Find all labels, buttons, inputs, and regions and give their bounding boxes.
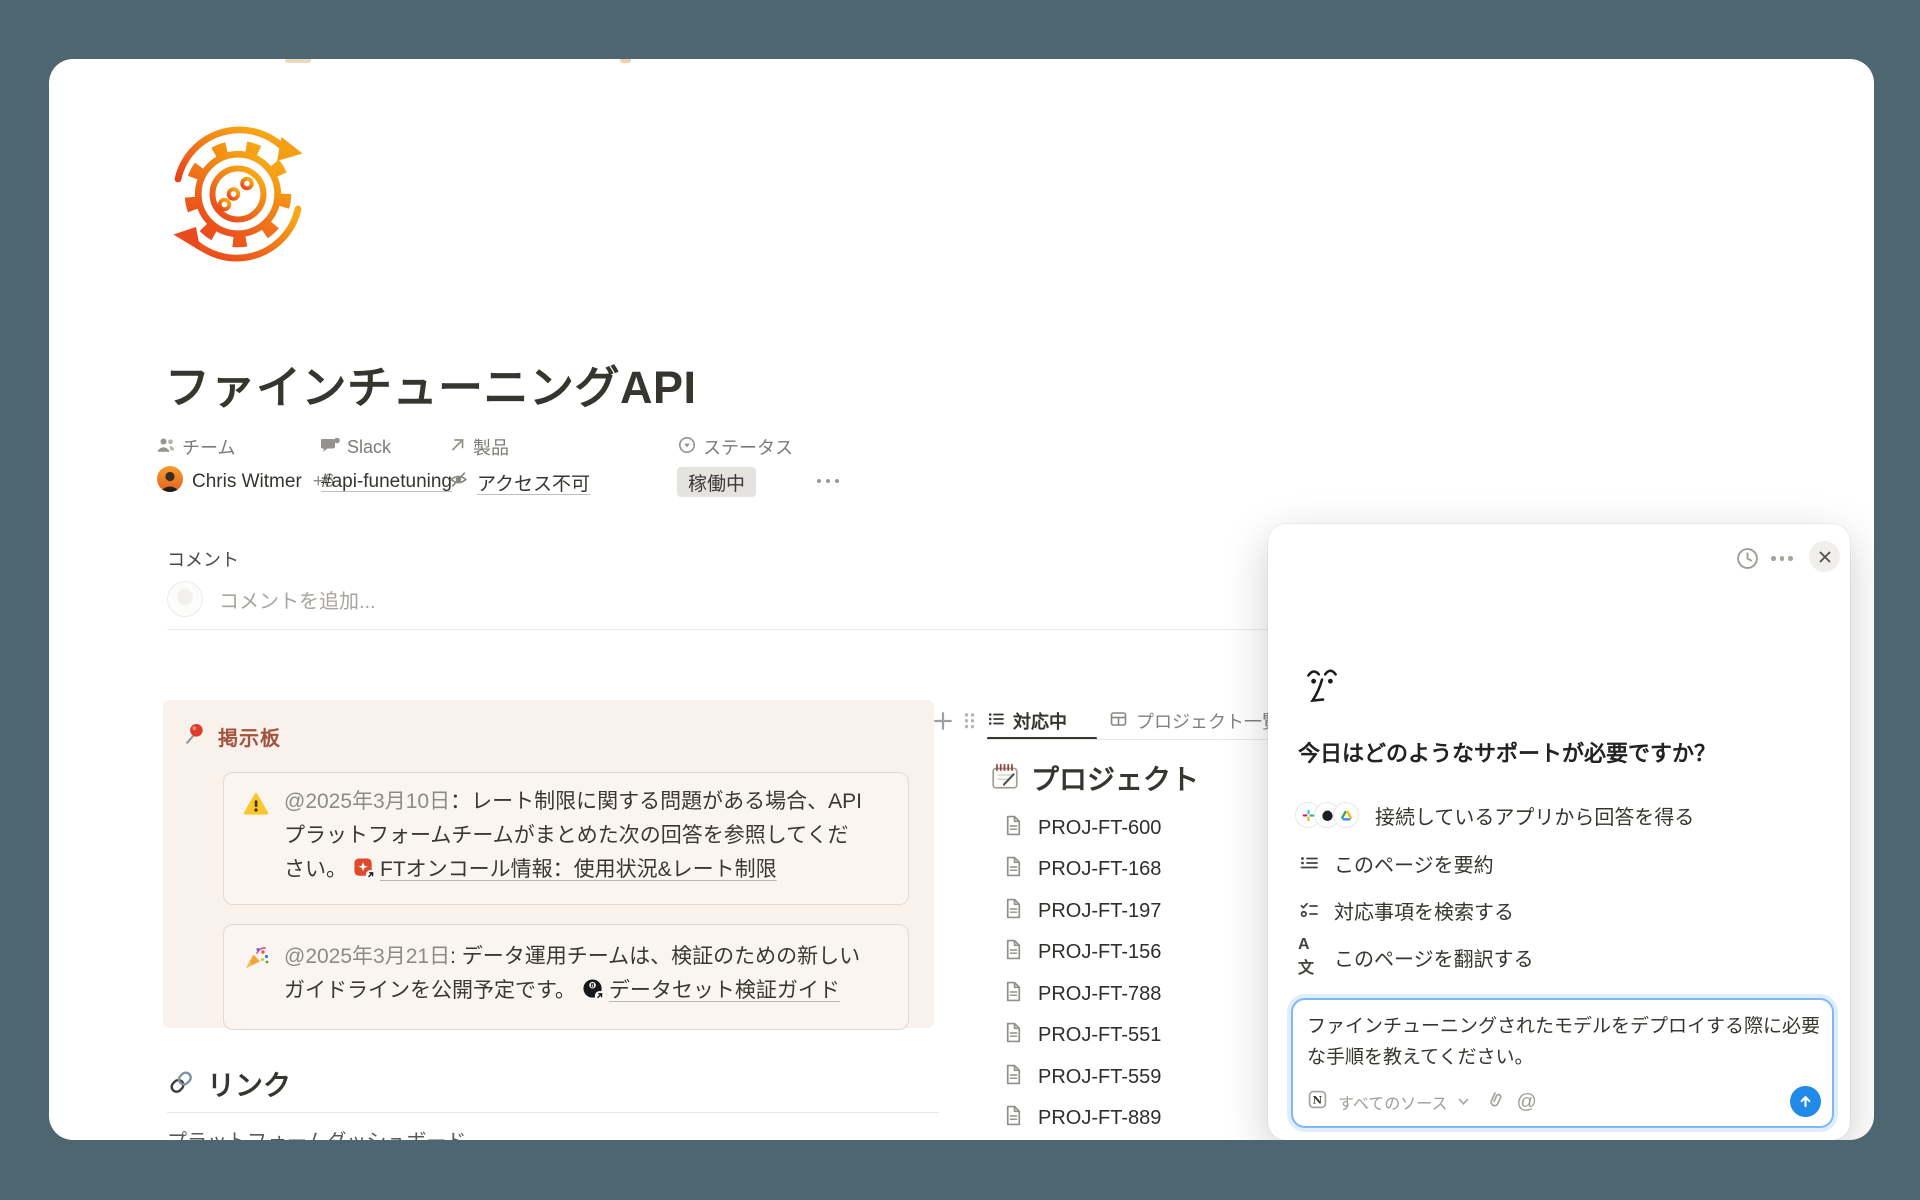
property-slack-value[interactable]: #api-funetuning (321, 467, 452, 497)
project-row[interactable]: PROJ-FT-559 (1004, 1064, 1161, 1090)
scrolled-content-fragment (285, 59, 311, 63)
eye-off-icon (449, 470, 468, 495)
property-slack-label[interactable]: Slack (321, 435, 391, 459)
property-product-value[interactable]: アクセス不可 (449, 467, 590, 497)
property-team-label[interactable]: チーム (157, 435, 235, 459)
add-comment-placeholder: コメントを追加... (219, 585, 376, 614)
link-chain-icon (167, 1068, 195, 1101)
status-badge: 稼働中 (677, 467, 756, 497)
arrow-up-right-icon (449, 436, 466, 458)
page-doc-icon (1004, 1022, 1023, 1048)
translate-icon: A文 (1298, 936, 1320, 978)
party-popper-icon (243, 945, 269, 976)
ai-assistant-panel: 今日はどのようなサポートが必要ですか？ 接続しているアプリから回答を得る このペ… (1268, 524, 1850, 1140)
pushpin-icon (183, 722, 207, 751)
close-panel-button[interactable] (1809, 541, 1840, 572)
page-gear-icon[interactable] (163, 119, 313, 269)
projects-title: プロジェクト (1031, 758, 1199, 798)
property-team-value[interactable]: Chris Witmer +6 (157, 467, 334, 497)
page-doc-icon (1004, 856, 1023, 882)
google-drive-app-icon (1333, 802, 1359, 828)
project-row[interactable]: PROJ-FT-788 (1004, 981, 1161, 1007)
project-row[interactable]: PROJ-FT-197 (1004, 898, 1161, 924)
people-icon (157, 436, 175, 458)
send-button[interactable] (1790, 1086, 1821, 1117)
project-row[interactable]: PROJ-FT-168 (1004, 856, 1161, 882)
property-product-label[interactable]: 製品 (449, 435, 509, 459)
avatar (157, 466, 183, 498)
task-search-icon (1298, 901, 1320, 919)
property-status-value[interactable]: 稼働中 (677, 467, 756, 497)
date-mention[interactable]: @2025年3月21日 (284, 945, 450, 968)
callout-rate-limit[interactable]: @2025年3月10日：レート制限に関する問題がある場合、APIプラットフォーム… (223, 772, 909, 905)
page-doc-icon (1004, 815, 1023, 841)
callout-link[interactable]: データセット検証ガイド (609, 979, 840, 1002)
links-divider (167, 1112, 939, 1113)
slack-link-app-icon (353, 857, 376, 891)
page-doc-icon (1004, 898, 1023, 924)
status-circle-icon (678, 436, 696, 459)
add-comment-row[interactable]: コメントを追加... (167, 581, 376, 617)
date-mention[interactable]: @2025年3月10日 (284, 790, 450, 813)
callout-link[interactable]: FTオンコール情報：使用状況&レート制限 (380, 858, 777, 881)
notion-source-icon: N (1308, 1090, 1327, 1114)
project-row[interactable]: PROJ-FT-889 (1004, 1105, 1161, 1131)
page-doc-icon (1004, 1064, 1023, 1090)
page-doc-icon (1004, 981, 1023, 1007)
suggestion-summarize-page[interactable]: このページを要約 (1298, 846, 1494, 880)
suggestion-connected-apps[interactable]: 接続しているアプリから回答を得る (1295, 798, 1694, 832)
callout-dataset-guide[interactable]: @2025年3月21日: データ運用チームは、検証のための新しいガイドラインを公… (223, 924, 909, 1030)
drag-handle-icon[interactable] (962, 711, 977, 736)
page-doc-icon (1004, 1105, 1023, 1131)
comments-heading: コメント (167, 546, 239, 572)
project-row[interactable]: PROJ-FT-551 (1004, 1022, 1161, 1048)
pinboard-header[interactable]: 掲示板 (183, 722, 281, 751)
callout-text: @2025年3月10日：レート制限に関する問題がある場合、APIプラットフォーム… (284, 785, 868, 891)
page-doc-icon (1004, 939, 1023, 965)
suggestion-translate-page[interactable]: A文 このページを翻訳する (1298, 940, 1534, 974)
links-heading: リンク (167, 1064, 291, 1104)
table-view-icon (1109, 710, 1128, 733)
ai-face-logo (1304, 666, 1340, 715)
chat-bubbles-icon (321, 436, 340, 458)
svg-text:N: N (1313, 1095, 1323, 1107)
warning-icon (243, 792, 269, 821)
tab-active-in-progress[interactable]: 対応中 (987, 704, 1067, 738)
svg-text:8: 8 (590, 983, 594, 989)
empty-avatar (167, 581, 203, 617)
summarize-icon (1298, 854, 1320, 872)
connected-apps-icons (1295, 802, 1359, 828)
calendar-icon (990, 761, 1020, 796)
mention-icon[interactable]: @ (1516, 1091, 1536, 1114)
property-status-label[interactable]: ステータス (678, 435, 793, 459)
list-view-icon (987, 710, 1005, 733)
panel-more-button[interactable] (1771, 556, 1793, 561)
ai-greeting: 今日はどのようなサポートが必要ですか？ (1298, 736, 1716, 768)
clipped-link-item[interactable]: プラットフォームダッシュボード (167, 1125, 466, 1140)
more-properties-button[interactable] (817, 479, 839, 483)
callout-text: @2025年3月21日: データ運用チームは、検証のための新しいガイドラインを公… (284, 940, 868, 1012)
add-view-button[interactable] (933, 711, 953, 736)
pinboard-section: 掲示板 @2025年3月10日：レート制限に関する問題がある場合、APIプラット… (163, 700, 934, 1028)
ai-prompt-input[interactable]: ファインチューニングされたモデルをデプロイする際に必要な手順を教えてください。 (1307, 1011, 1822, 1073)
pinboard-title: 掲示板 (218, 722, 281, 751)
eight-ball-link-icon: 8 (582, 978, 605, 1012)
source-selector[interactable]: すべてのソース (1338, 1090, 1447, 1114)
history-clock-icon[interactable] (1736, 547, 1759, 575)
chevron-down-icon[interactable] (1458, 1093, 1469, 1111)
projects-heading: プロジェクト (990, 758, 1199, 798)
attach-file-icon[interactable] (1486, 1090, 1505, 1114)
scrolled-content-fragment (620, 59, 631, 63)
notion-page-card: ファインチューニングAPI チーム Slack 製品 ステータス Chris W… (49, 59, 1874, 1140)
project-row[interactable]: PROJ-FT-600 (1004, 815, 1161, 841)
project-row[interactable]: PROJ-FT-156 (1004, 939, 1161, 965)
tab-project-list[interactable]: プロジェクト一覧 (1109, 704, 1280, 738)
suggestion-search-tasks[interactable]: 対応事項を検索する (1298, 893, 1514, 927)
ai-prompt-box[interactable]: ファインチューニングされたモデルをデプロイする際に必要な手順を教えてください。 … (1291, 998, 1834, 1128)
page-title: ファインチューニングAPI (165, 351, 697, 416)
